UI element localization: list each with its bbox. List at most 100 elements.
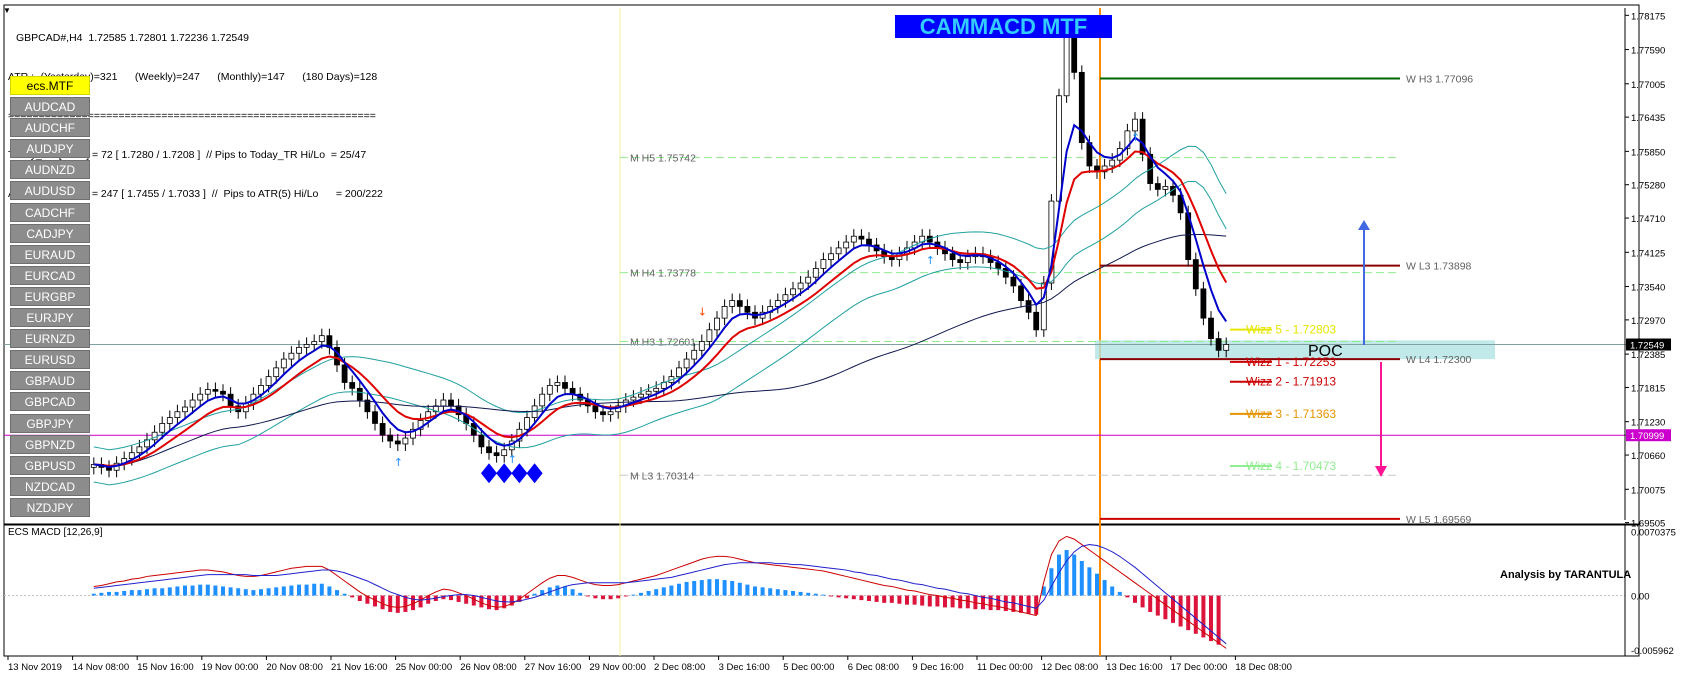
candle-body bbox=[828, 253, 834, 261]
macd-histogram-bar bbox=[661, 587, 666, 596]
macd-histogram-bar bbox=[920, 595, 925, 606]
macd-histogram-bar bbox=[798, 591, 803, 596]
macd-histogram-bar bbox=[525, 595, 529, 599]
price-level-label: M H3 1.72601 bbox=[630, 336, 696, 348]
symbol-button-eurjpy[interactable]: EURJPY bbox=[10, 308, 90, 328]
macd-histogram-bar bbox=[806, 592, 811, 596]
candle-body bbox=[850, 235, 857, 243]
candle-body bbox=[539, 393, 546, 407]
candle-body bbox=[204, 389, 211, 395]
candle-body bbox=[341, 364, 348, 383]
symbol-button-gbpaud[interactable]: GBPAUD bbox=[10, 371, 90, 391]
symbol-button-audcad[interactable]: AUDCAD bbox=[10, 97, 90, 117]
macd-histogram-bar bbox=[821, 594, 826, 596]
candle-body bbox=[1025, 300, 1032, 313]
candle-body bbox=[774, 300, 781, 307]
macd-histogram-bar bbox=[494, 595, 499, 611]
macd-histogram-bar bbox=[274, 587, 279, 596]
macd-histogram-bar bbox=[380, 595, 385, 610]
price-tick-label: 1.70075 bbox=[1631, 485, 1665, 496]
candle-body bbox=[1018, 285, 1024, 301]
symbol-button-audjpy[interactable]: AUDJPY bbox=[10, 139, 90, 159]
candle-body bbox=[311, 341, 318, 345]
candle-body bbox=[379, 423, 386, 436]
symbol-button-nzdjpy[interactable]: NZDJPY bbox=[10, 497, 90, 517]
symbol-button-audusd[interactable]: AUDUSD bbox=[10, 181, 90, 201]
candle-body bbox=[166, 417, 173, 424]
macd-histogram-bar bbox=[996, 595, 1001, 611]
symbol-button-cadjpy[interactable]: CADJPY bbox=[10, 223, 90, 243]
candle-body bbox=[782, 294, 789, 301]
symbol-button-audchf[interactable]: AUDCHF bbox=[10, 118, 90, 138]
symbol-button-gbpnzd[interactable]: GBPNZD bbox=[10, 434, 90, 454]
macd-histogram-bar bbox=[889, 595, 894, 603]
macd-histogram-bar bbox=[912, 595, 917, 605]
macd-histogram-bar bbox=[1072, 554, 1077, 596]
macd-histogram-bar bbox=[836, 595, 841, 598]
price-tick-label: 1.70660 bbox=[1631, 451, 1665, 462]
symbol-button-eurcad[interactable]: EURCAD bbox=[10, 265, 90, 285]
price-tick-label: 1.77005 bbox=[1631, 80, 1665, 91]
candle-body bbox=[151, 431, 158, 441]
macd-histogram-bar bbox=[1133, 595, 1137, 603]
symbol-button-eurusd[interactable]: EURUSD bbox=[10, 350, 90, 370]
price-tick-label: 1.74710 bbox=[1631, 214, 1665, 225]
macd-histogram-bar bbox=[471, 595, 476, 606]
symbol-button-gbpjpy[interactable]: GBPJPY bbox=[10, 413, 90, 433]
macd-histogram-bar bbox=[342, 593, 347, 596]
macd-histogram-bar bbox=[722, 580, 727, 596]
macd-histogram-bar bbox=[1117, 591, 1122, 596]
macd-histogram-bar bbox=[684, 581, 689, 596]
macd-tick-label: -0.005962 bbox=[1631, 646, 1674, 657]
macd-histogram-bar bbox=[730, 580, 735, 596]
macd-histogram-bar bbox=[616, 595, 621, 599]
symbol-button-gbpcad[interactable]: GBPCAD bbox=[10, 392, 90, 412]
symbol-button-audnzd[interactable]: AUDNZD bbox=[10, 160, 90, 180]
candle-body bbox=[1056, 95, 1062, 202]
macd-histogram-bar bbox=[578, 592, 583, 596]
candle-body bbox=[136, 446, 143, 454]
candle-body bbox=[1208, 317, 1214, 340]
symbol-button-cadchf[interactable]: CADCHF bbox=[10, 202, 90, 222]
macd-histogram-bar bbox=[639, 592, 643, 596]
macd-histogram-bar bbox=[1034, 595, 1039, 615]
candle-body bbox=[182, 406, 188, 413]
symbol-button-gbpusd[interactable]: GBPUSD bbox=[10, 455, 90, 475]
macd-histogram-bar bbox=[319, 583, 324, 596]
symbol-button-nzdcad[interactable]: NZDCAD bbox=[10, 476, 90, 496]
wizz-level-label: Wizz 3 - 1.71363 bbox=[1246, 407, 1336, 421]
time-tick-label: 14 Nov 08:00 bbox=[73, 662, 130, 673]
macd-histogram-bar bbox=[570, 589, 575, 596]
buy-arrow-icon: ↑ bbox=[1131, 131, 1140, 144]
candle-body bbox=[394, 440, 401, 445]
macd-histogram-bar bbox=[1102, 580, 1107, 596]
symbol-button-eurnzd[interactable]: EURNZD bbox=[10, 329, 90, 349]
macd-histogram-bar bbox=[1095, 573, 1099, 596]
macd-histogram-bar bbox=[327, 586, 332, 596]
macd-histogram-bar bbox=[867, 595, 871, 602]
candle-body bbox=[288, 352, 295, 360]
candle-body bbox=[220, 390, 226, 395]
symbol-button-active[interactable]: ecs.MTF bbox=[10, 76, 90, 95]
candle-body bbox=[1010, 276, 1017, 287]
macd-histogram-bar bbox=[289, 585, 294, 596]
time-tick-label: 2 Dec 08:00 bbox=[654, 662, 705, 673]
candle-body bbox=[592, 405, 599, 413]
symbol-button-euraud[interactable]: EURAUD bbox=[10, 244, 90, 264]
macd-histogram-bar bbox=[304, 584, 309, 596]
symbol-button-eurgbp[interactable]: EURGBP bbox=[10, 286, 90, 306]
macd-histogram-bar bbox=[715, 579, 719, 596]
price-level-label: M L3 1.70314 bbox=[630, 470, 694, 482]
macd-histogram-bar bbox=[395, 595, 400, 613]
analysis-credit: Analysis by TARANTULA bbox=[1500, 569, 1631, 581]
candle-body bbox=[402, 437, 409, 445]
time-tick-label: 9 Dec 16:00 bbox=[912, 662, 963, 673]
time-tick-label: 17 Dec 00:00 bbox=[1171, 662, 1228, 673]
macd-histogram-bar bbox=[646, 591, 651, 596]
candle-body bbox=[501, 449, 508, 457]
macd-histogram-bar bbox=[205, 584, 210, 596]
macd-histogram-bar bbox=[555, 585, 560, 596]
candle-body bbox=[866, 238, 872, 246]
price-tick-label: 1.69505 bbox=[1631, 519, 1665, 530]
macd-histogram-bar bbox=[813, 593, 818, 596]
